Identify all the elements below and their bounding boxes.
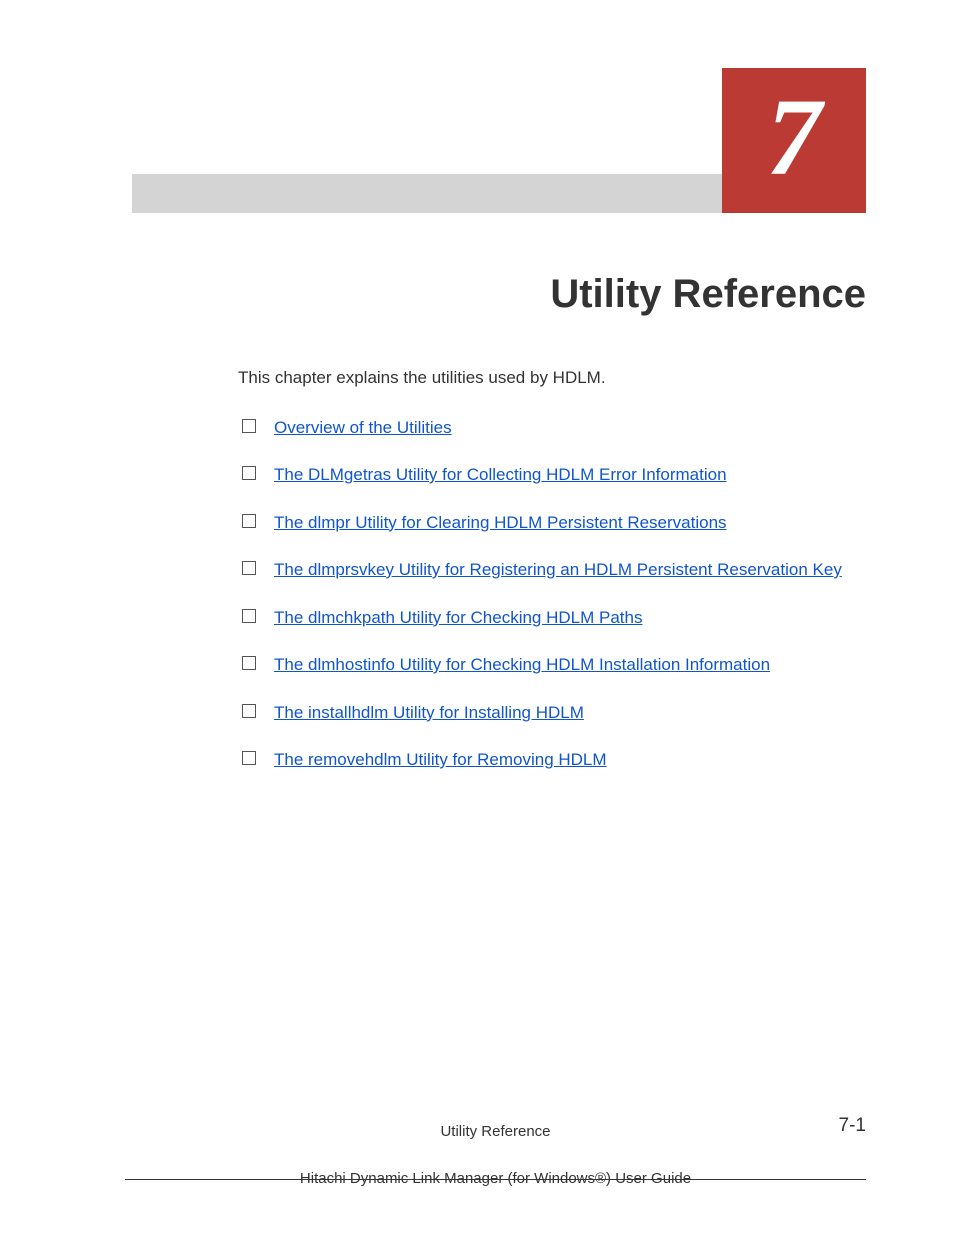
checkbox-bullet-icon (242, 609, 256, 623)
toc-link-dlmpr[interactable]: The dlmpr Utility for Clearing HDLM Pers… (274, 510, 727, 536)
toc-link-dlmhostinfo[interactable]: The dlmhostinfo Utility for Checking HDL… (274, 652, 770, 678)
footer-rule (125, 1179, 866, 1180)
checkbox-bullet-icon (242, 751, 256, 765)
toc-item: Overview of the Utilities (238, 415, 866, 441)
chapter-number-box: 7 (722, 68, 866, 213)
footer-page-number: 7-1 (839, 1115, 866, 1137)
chapter-number: 7 (767, 82, 822, 192)
checkbox-bullet-icon (242, 514, 256, 528)
chapter-body: This chapter explains the utilities used… (238, 365, 866, 795)
toc-link-dlmgetras[interactable]: The DLMgetras Utility for Collecting HDL… (274, 462, 727, 488)
toc-link-removehdlm[interactable]: The removehdlm Utility for Removing HDLM (274, 747, 607, 773)
toc-link-installhdlm[interactable]: The installhdlm Utility for Installing H… (274, 700, 584, 726)
toc-item: The dlmhostinfo Utility for Checking HDL… (238, 652, 866, 678)
footer-section-title: Utility Reference (125, 1123, 866, 1140)
chapter-title: Utility Reference (550, 272, 866, 317)
checkbox-bullet-icon (242, 419, 256, 433)
toc-item: The removehdlm Utility for Removing HDLM (238, 747, 866, 773)
toc-link-dlmprsvkey[interactable]: The dlmprsvkey Utility for Registering a… (274, 557, 842, 583)
toc-item: The dlmprsvkey Utility for Registering a… (238, 557, 866, 583)
toc-item: The DLMgetras Utility for Collecting HDL… (238, 462, 866, 488)
chapter-banner: 7 (0, 68, 954, 213)
toc-item: The dlmchkpath Utility for Checking HDLM… (238, 605, 866, 631)
checkbox-bullet-icon (242, 656, 256, 670)
toc-item: The dlmpr Utility for Clearing HDLM Pers… (238, 510, 866, 536)
checkbox-bullet-icon (242, 561, 256, 575)
page-footer: Utility Reference 7-1 Hitachi Dynamic Li… (125, 1145, 866, 1187)
checkbox-bullet-icon (242, 704, 256, 718)
intro-text: This chapter explains the utilities used… (238, 365, 866, 391)
toc-link-dlmchkpath[interactable]: The dlmchkpath Utility for Checking HDLM… (274, 605, 642, 631)
toc-link-overview[interactable]: Overview of the Utilities (274, 415, 452, 441)
checkbox-bullet-icon (242, 466, 256, 480)
document-page: 7 Utility Reference This chapter explain… (0, 0, 954, 1235)
toc-item: The installhdlm Utility for Installing H… (238, 700, 866, 726)
